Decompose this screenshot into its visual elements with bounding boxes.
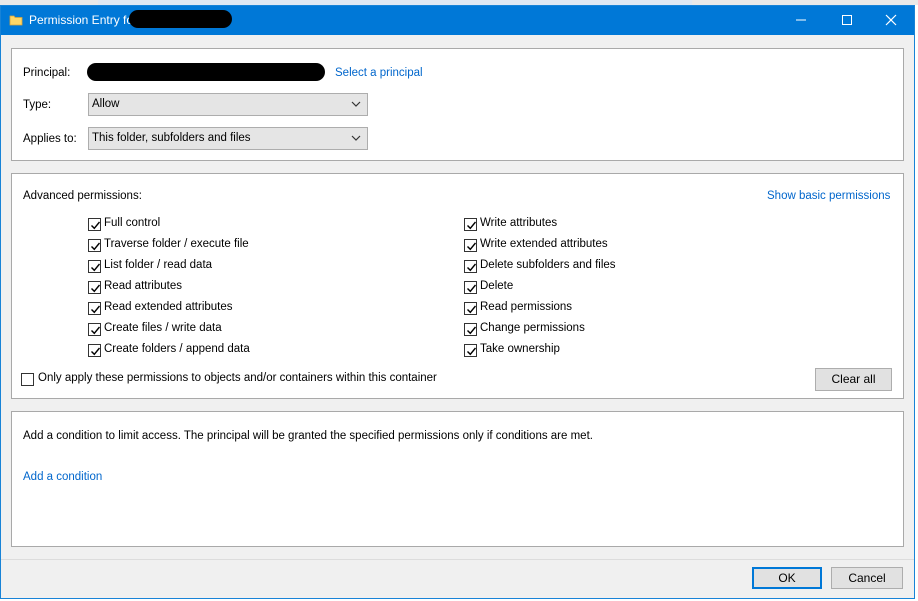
- permission-label: Read permissions: [480, 301, 573, 313]
- cancel-button[interactable]: Cancel: [831, 567, 903, 589]
- permission-label: Write attributes: [480, 217, 558, 229]
- permission-checkbox[interactable]: [88, 260, 101, 273]
- permission-checkbox[interactable]: [464, 218, 477, 231]
- permission-checkbox[interactable]: [464, 281, 477, 294]
- close-icon: [885, 14, 897, 26]
- close-button[interactable]: [869, 6, 915, 35]
- checkmark-icon: [91, 221, 101, 230]
- minimize-icon: [796, 19, 806, 21]
- only-apply-label: Only apply these permissions to objects …: [38, 372, 437, 384]
- permission-checkbox[interactable]: [88, 344, 101, 357]
- window-title: Permission Entry fo: [29, 13, 134, 27]
- permission-checkbox[interactable]: [88, 323, 101, 336]
- permission-checkbox[interactable]: [464, 239, 477, 252]
- checkmark-icon: [91, 347, 101, 356]
- type-select-value: Allow: [92, 98, 120, 110]
- folder-icon: [9, 13, 23, 27]
- type-select[interactable]: Allow: [88, 93, 368, 116]
- permission-label: Create files / write data: [104, 322, 222, 334]
- checkmark-icon: [91, 305, 101, 314]
- type-label: Type:: [23, 99, 52, 111]
- footer-divider: [1, 559, 914, 560]
- permission-checkbox[interactable]: [88, 281, 101, 294]
- checkmark-icon: [91, 326, 101, 335]
- applies-to-select-value: This folder, subfolders and files: [92, 132, 251, 144]
- principal-panel: Principal: Select a principal Type: Allo…: [11, 48, 904, 161]
- chevron-down-icon: [351, 101, 361, 107]
- select-principal-link[interactable]: Select a principal: [335, 67, 423, 79]
- permission-checkbox[interactable]: [464, 302, 477, 315]
- permission-checkbox[interactable]: [464, 260, 477, 273]
- title-bar[interactable]: Permission Entry fo: [1, 6, 914, 35]
- only-apply-checkbox[interactable]: [21, 373, 34, 386]
- permission-label: Create folders / append data: [104, 343, 250, 355]
- checkmark-icon: [467, 305, 477, 314]
- permission-label: Delete subfolders and files: [480, 259, 616, 271]
- permission-label: Read extended attributes: [104, 301, 233, 313]
- checkmark-icon: [467, 347, 477, 356]
- checkmark-icon: [91, 242, 101, 251]
- permission-label: Change permissions: [480, 322, 585, 334]
- permission-label: Full control: [104, 217, 161, 229]
- minimize-button[interactable]: [779, 6, 825, 35]
- principal-value-redacted: [87, 63, 325, 81]
- show-basic-permissions-link[interactable]: Show basic permissions: [767, 190, 890, 202]
- redaction-mark: [129, 10, 232, 28]
- permission-label: Take ownership: [480, 343, 560, 355]
- permission-label: Delete: [480, 280, 514, 292]
- checkmark-icon: [467, 242, 477, 251]
- chevron-down-icon: [351, 135, 361, 141]
- permission-label: Read attributes: [104, 280, 182, 292]
- maximize-icon: [842, 15, 852, 25]
- applies-to-select[interactable]: This folder, subfolders and files: [88, 127, 368, 150]
- checkmark-icon: [467, 221, 477, 230]
- ok-button[interactable]: OK: [752, 567, 822, 589]
- permission-checkbox[interactable]: [464, 323, 477, 336]
- checkmark-icon: [91, 263, 101, 272]
- advanced-permissions-heading: Advanced permissions:: [23, 190, 142, 202]
- permission-checkbox[interactable]: [88, 218, 101, 231]
- permission-checkbox[interactable]: [464, 344, 477, 357]
- add-condition-link[interactable]: Add a condition: [23, 471, 102, 483]
- checkmark-icon: [91, 284, 101, 293]
- clear-all-button[interactable]: Clear all: [815, 368, 892, 391]
- condition-description: Add a condition to limit access. The pri…: [23, 430, 593, 442]
- checkmark-icon: [467, 263, 477, 272]
- permission-checkbox[interactable]: [88, 239, 101, 252]
- permission-label: List folder / read data: [104, 259, 213, 271]
- permission-label: Traverse folder / execute file: [104, 238, 249, 250]
- advanced-permissions-panel: Advanced permissions: Show basic permiss…: [11, 173, 904, 399]
- checkmark-icon: [467, 326, 477, 335]
- permission-label: Write extended attributes: [480, 238, 608, 250]
- principal-label: Principal:: [23, 67, 71, 79]
- permission-entry-dialog: Permission Entry fo Principal: Select a …: [0, 5, 915, 599]
- permission-checkbox[interactable]: [88, 302, 101, 315]
- applies-to-label: Applies to:: [23, 133, 77, 145]
- checkmark-icon: [467, 284, 477, 293]
- condition-panel: Add a condition to limit access. The pri…: [11, 411, 904, 547]
- maximize-button[interactable]: [825, 6, 871, 35]
